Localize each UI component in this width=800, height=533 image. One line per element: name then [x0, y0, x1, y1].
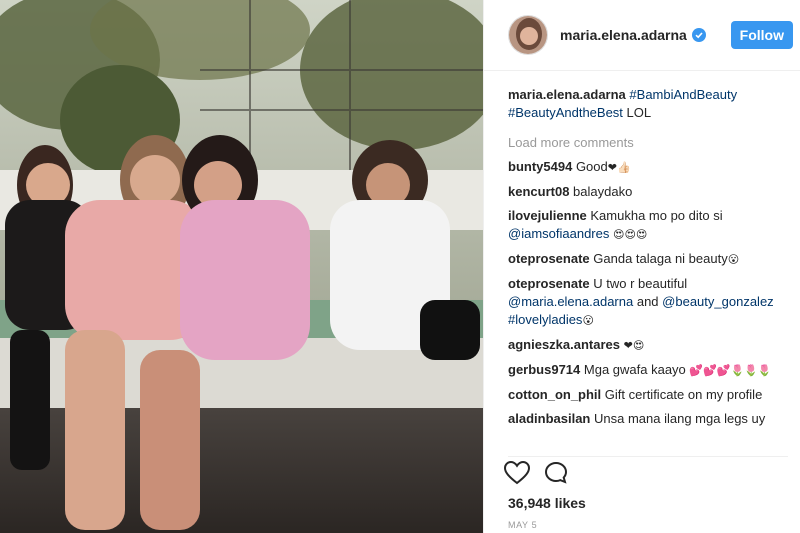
hashtag[interactable]: #BambiAndBeauty: [629, 87, 737, 102]
verified-badge-icon: [691, 28, 706, 42]
comment-emoji: 💕💕💕🌷🌷🌷: [689, 365, 772, 377]
action-bar: [503, 460, 568, 488]
caption-text: LOL: [626, 105, 652, 120]
hashtag[interactable]: #BeautyAndtheBest: [508, 105, 623, 120]
mention-link[interactable]: @maria.elena.adarna: [508, 294, 633, 309]
mention-link[interactable]: @beauty_gonzalez: [662, 294, 774, 309]
comment-username[interactable]: cotton_on_phil: [508, 387, 601, 402]
comment-emoji: ❤👍🏻: [607, 162, 631, 174]
divider: [508, 456, 788, 457]
comment: kencurt08 balaydako: [508, 183, 788, 201]
username[interactable]: maria.elena.adarna: [560, 27, 687, 43]
post-photo[interactable]: [0, 0, 483, 533]
comment-username[interactable]: bunty5494: [508, 159, 572, 174]
comment-text: Ganda talaga ni beauty: [593, 251, 728, 266]
comment: ilovejulienne Kamukha mo po dito si @iam…: [508, 207, 788, 244]
likes-count[interactable]: 36,948 likes: [508, 495, 586, 511]
post-photo-art: [0, 0, 483, 533]
comment-text: Good: [575, 159, 608, 174]
comment-username[interactable]: oteprosenate: [508, 276, 590, 291]
comment: oteprosenate Ganda talaga ni beauty😮: [508, 250, 788, 269]
comments-list: maria.elena.adarna #BambiAndBeauty #Beau…: [508, 86, 788, 454]
comment-text: U two r beautiful: [593, 276, 688, 291]
comment-username[interactable]: agnieszka.antares: [508, 337, 620, 352]
follow-button[interactable]: Follow: [730, 21, 793, 49]
comment-text: Gift certificate on my profile: [604, 387, 763, 402]
hashtag[interactable]: #lovelyladies: [508, 312, 582, 327]
comment-username[interactable]: kencurt08: [508, 184, 569, 199]
comment: bunty5494 Good❤👍🏻: [508, 158, 788, 177]
comment-username[interactable]: oteprosenate: [508, 251, 590, 266]
comment-username[interactable]: ilovejulienne: [508, 208, 587, 223]
comment: oteprosenate U two r beautiful @maria.el…: [508, 275, 788, 330]
post-side-panel: maria.elena.adarna Follow maria.elena.ad…: [483, 0, 800, 533]
comment-text: Unsa mana ilang mga legs uy: [594, 411, 766, 426]
post-date[interactable]: MAY 5: [508, 520, 537, 530]
heart-icon[interactable]: [503, 460, 531, 488]
load-more-comments-link[interactable]: Load more comments: [508, 134, 788, 152]
post-header: maria.elena.adarna Follow: [484, 0, 800, 71]
comment-emoji: ❤😍: [623, 340, 645, 352]
comment-text: Mga gwafa kaayo: [583, 362, 686, 377]
comment: aladinbasilan Unsa mana ilang mga legs u…: [508, 410, 788, 428]
comment-text: Kamukha mo po dito si: [590, 208, 723, 223]
comment-emoji: 😍😍😍: [612, 229, 648, 241]
comment-emoji: 😮: [727, 254, 740, 266]
caption: maria.elena.adarna #BambiAndBeauty #Beau…: [508, 86, 788, 122]
comment: gerbus9714 Mga gwafa kaayo 💕💕💕🌷🌷🌷: [508, 361, 788, 380]
comment: cotton_on_phil Gift certificate on my pr…: [508, 386, 788, 404]
speech-bubble-icon[interactable]: [544, 461, 568, 488]
avatar[interactable]: [508, 15, 548, 55]
mention-link[interactable]: @iamsofiaandres: [508, 226, 609, 241]
instagram-post: maria.elena.adarna Follow maria.elena.ad…: [0, 0, 800, 533]
comment-emoji: 😮: [582, 315, 594, 327]
caption-username[interactable]: maria.elena.adarna: [508, 87, 626, 102]
comment-text: and: [636, 294, 659, 309]
comment: agnieszka.antares ❤😍: [508, 336, 788, 355]
comment-text: balaydako: [573, 184, 633, 199]
comment-username[interactable]: gerbus9714: [508, 362, 580, 377]
comment-username[interactable]: aladinbasilan: [508, 411, 590, 426]
